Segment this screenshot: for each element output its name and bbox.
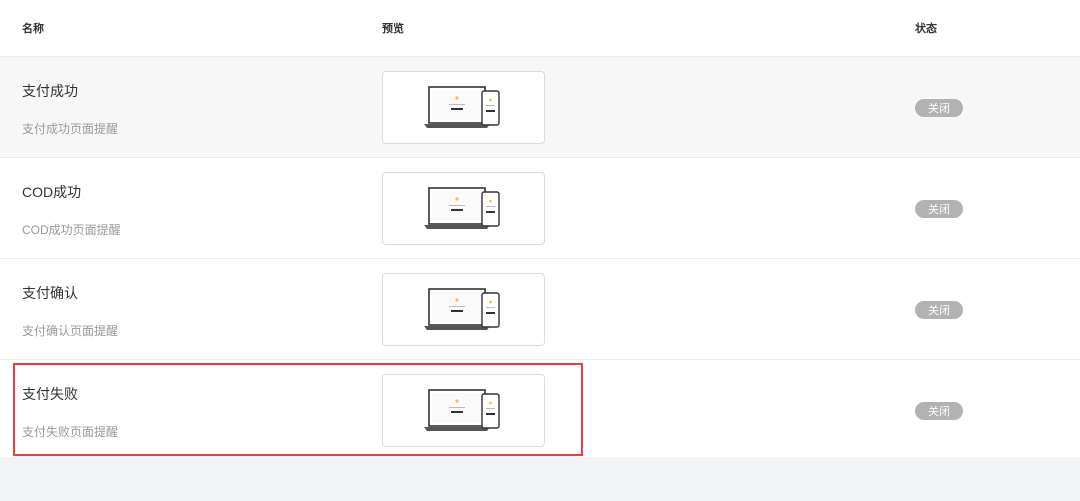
row-description: 支付成功页面提醒	[22, 122, 119, 136]
status-badge[interactable]: 关闭	[915, 200, 963, 218]
header-preview: 预览	[382, 23, 404, 35]
preview-thumbnail[interactable]	[382, 71, 545, 144]
row-description: 支付失败页面提醒	[22, 425, 119, 439]
preview-thumbnail[interactable]	[382, 273, 545, 346]
device-preview-icon	[423, 287, 500, 330]
status-badge[interactable]: 关闭	[915, 99, 963, 117]
device-preview-icon	[423, 186, 500, 229]
table-row[interactable]: 支付成功 支付成功页面提醒 关闭	[0, 57, 1080, 158]
row-description: 支付确认页面提醒	[22, 324, 119, 338]
status-badge[interactable]: 关闭	[915, 402, 963, 420]
notification-table: 名称 预览 状态 支付成功 支付成功页面提醒 关闭 COD成功 COD成功页面提…	[0, 0, 1080, 461]
row-title: 支付确认	[22, 285, 78, 301]
preview-thumbnail[interactable]	[382, 374, 545, 447]
table-row[interactable]: 支付确认 支付确认页面提醒 关闭	[0, 259, 1080, 360]
header-status: 状态	[915, 23, 937, 35]
table-header: 名称 预览 状态	[0, 0, 1080, 57]
device-preview-icon	[423, 85, 500, 128]
table-row[interactable]: 支付失败 支付失败页面提醒 关闭	[0, 360, 1080, 461]
row-title: COD成功	[22, 184, 82, 200]
device-preview-icon	[423, 388, 500, 431]
row-title: 支付失败	[22, 386, 78, 402]
page-footer-area	[0, 457, 1080, 501]
header-name: 名称	[22, 23, 44, 35]
row-title: 支付成功	[22, 83, 78, 99]
status-badge[interactable]: 关闭	[915, 301, 963, 319]
table-row[interactable]: COD成功 COD成功页面提醒 关闭	[0, 158, 1080, 259]
row-description: COD成功页面提醒	[22, 223, 121, 237]
preview-thumbnail[interactable]	[382, 172, 545, 245]
